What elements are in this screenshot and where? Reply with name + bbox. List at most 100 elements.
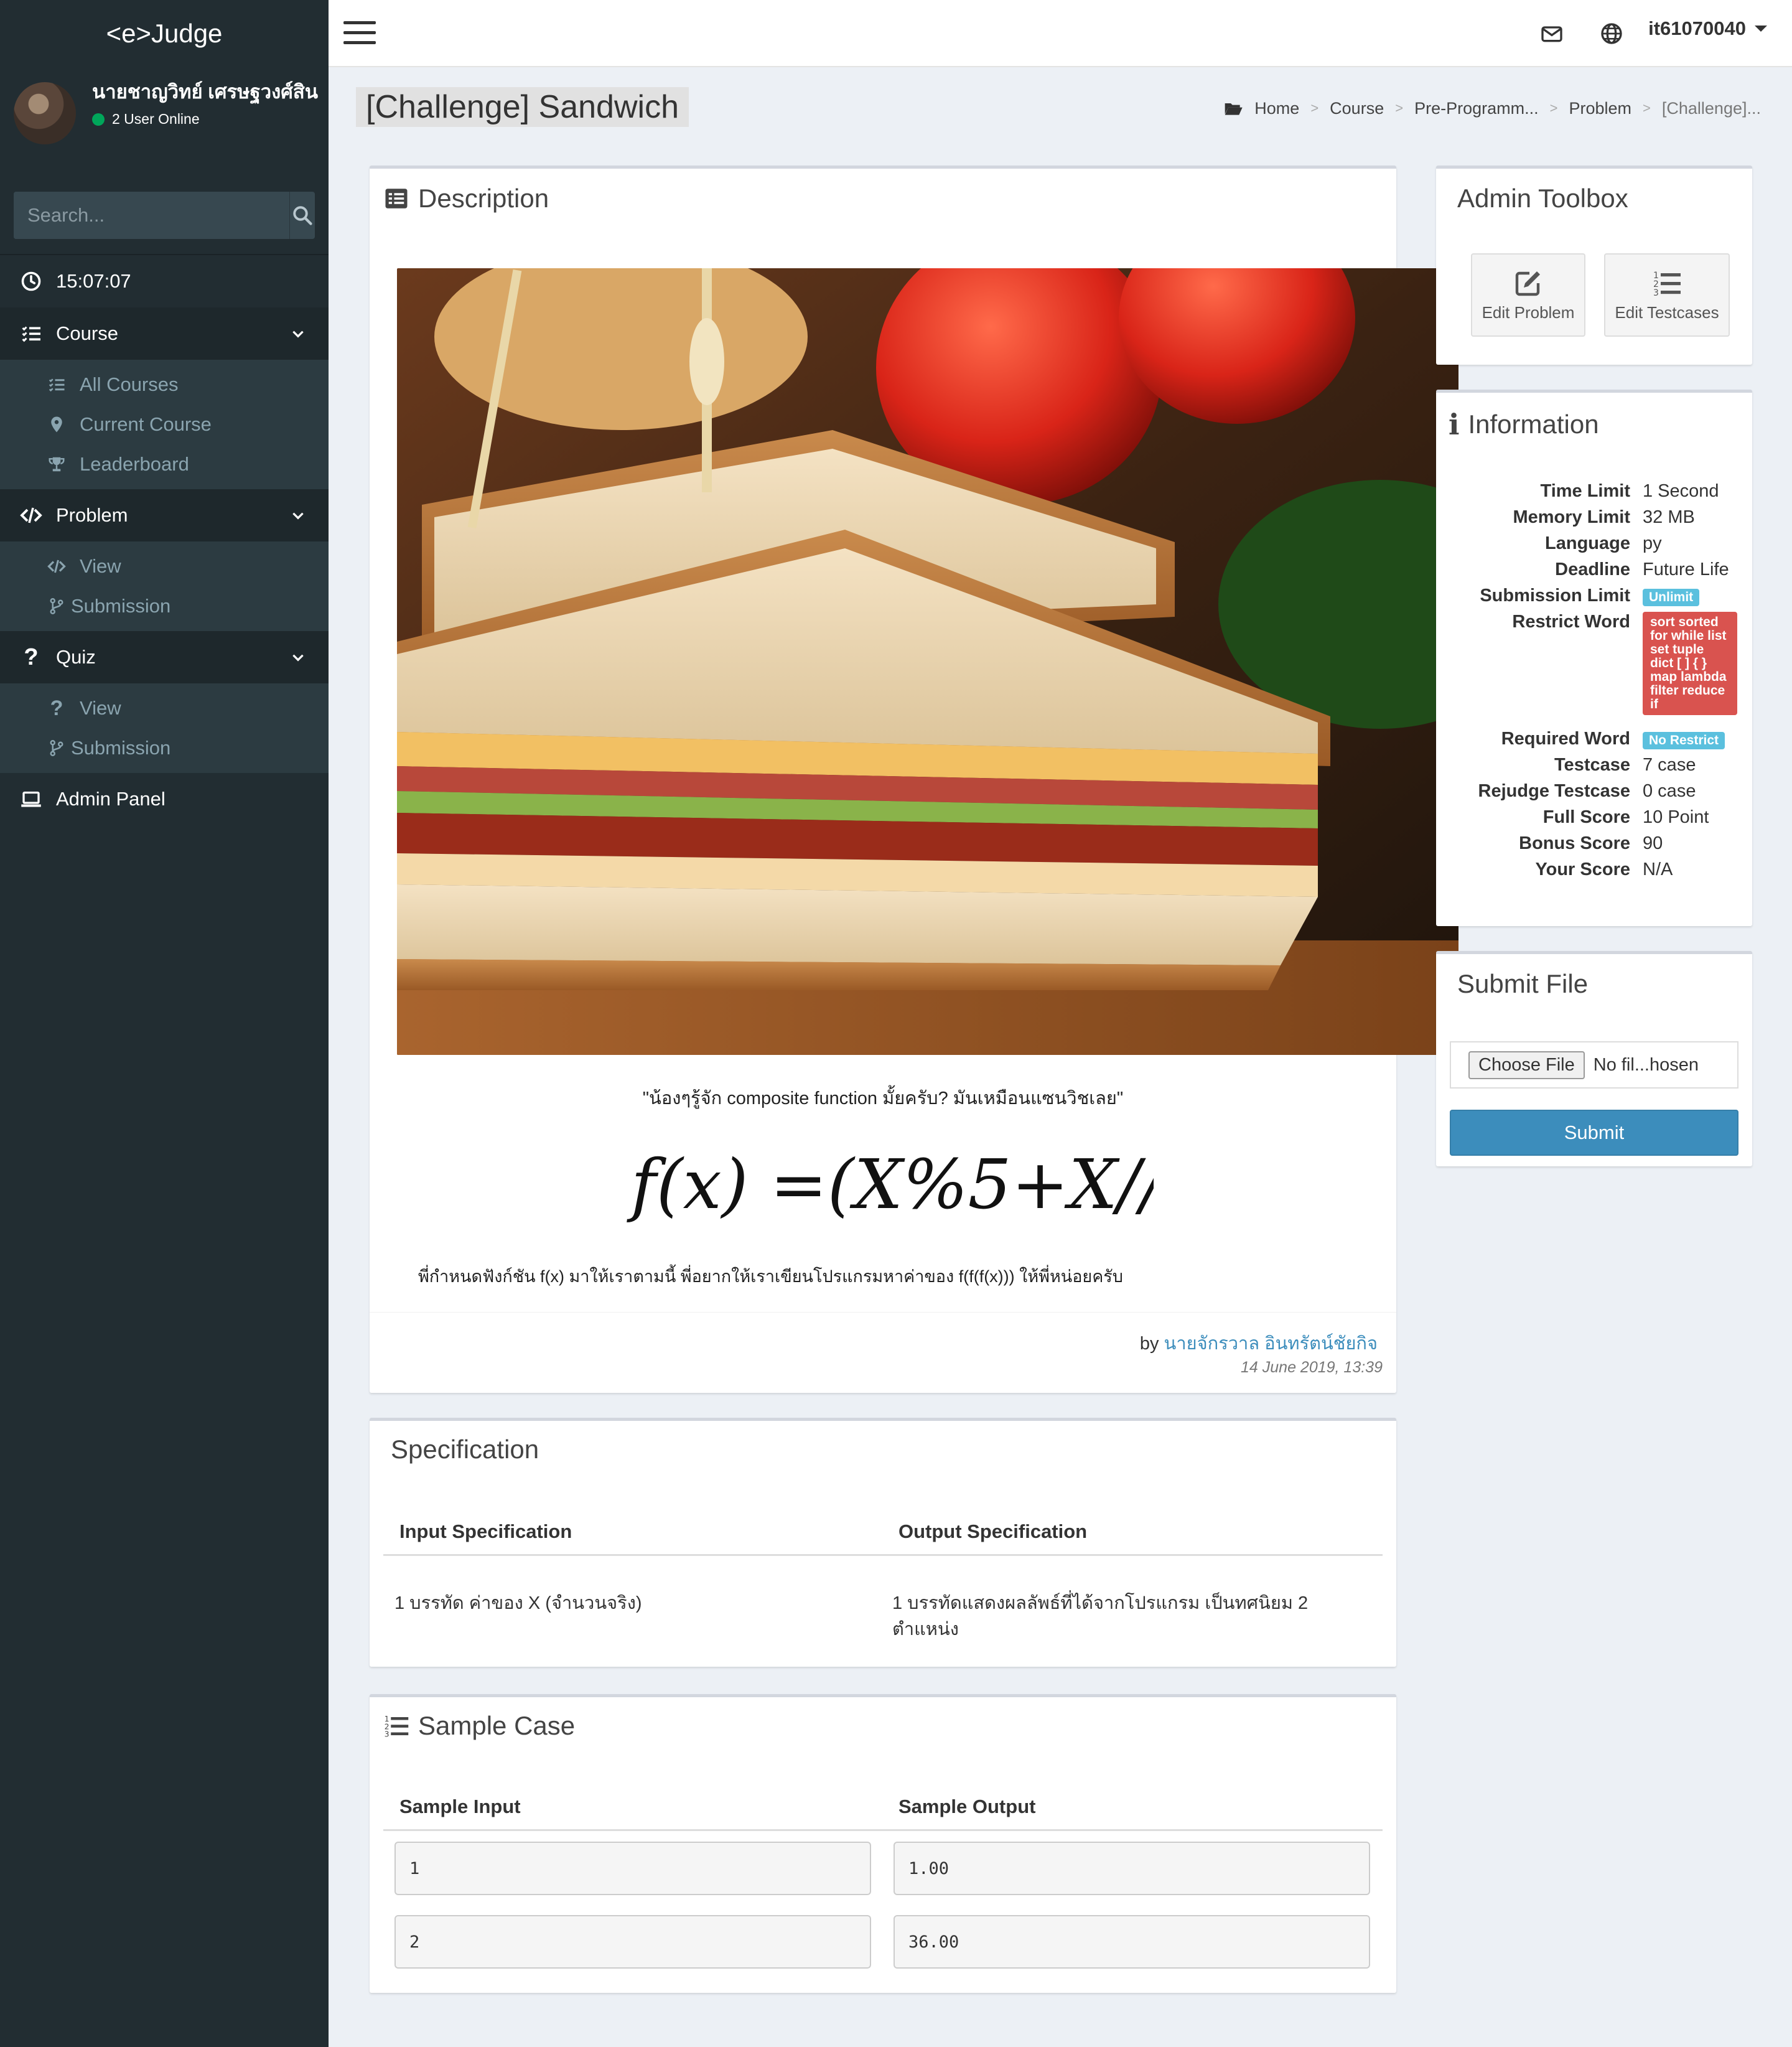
sidebar-item-label: View [80,697,121,719]
info-key: Submission Limit [1480,586,1630,606]
breadcrumb-pre-programming[interactable]: Pre-Programm... [1414,99,1539,118]
sidebar-item-quiz-view[interactable]: ? View [0,688,329,728]
info-key: Deadline [1555,560,1630,579]
sample-case-box: 123 Sample Case Sample Input Sample Outp… [370,1694,1396,1993]
submit-button[interactable]: Submit [1450,1110,1738,1156]
laptop-icon [20,788,42,810]
sidebar-item-label: Admin Panel [56,788,166,810]
specification-box: Specification Input Specification Output… [370,1418,1396,1667]
user-panel: นายชาญวิทย์ เศรษฐวงศ์สิน 2 User Online [0,67,329,161]
edit-testcases-button[interactable]: 123 Edit Testcases [1604,253,1730,337]
problem-submenu: View Submission [0,541,329,631]
list-alt-icon [383,185,409,212]
description-quote: "น้องๆรู้จัก composite function มั้ยครับ… [642,1089,1124,1108]
sidebar-item-admin-panel[interactable]: Admin Panel [0,773,329,825]
code-fork-icon [47,739,66,757]
description-header: Description [383,184,549,213]
post-date: 14 June 2019, 13:39 [1241,1359,1383,1376]
info-value: N/A [1643,860,1673,879]
code-icon [20,504,42,527]
author-link[interactable]: นายจักรวาล อินทรัตน์ชัยกิจ [1164,1334,1378,1354]
file-name: No fil...hosen [1593,1054,1699,1075]
code-fork-icon [47,597,66,616]
search-button[interactable] [289,192,315,239]
info-value: 90 [1643,833,1663,853]
svg-text:3: 3 [1653,288,1659,298]
info-key: Restrict Word [1512,612,1630,632]
sample-input-2[interactable]: 2 [394,1915,871,1969]
sidebar-item-label: All Courses [80,373,179,395]
info-row-full-score: Full Score 10 Point [1436,807,1752,833]
sidebar-item-leaderboard[interactable]: Leaderboard [0,444,329,484]
sidebar-item-quiz[interactable]: ? Quiz [0,631,329,683]
top-navbar: it61070040 [329,0,1792,67]
sidebar-item-label: Submission [71,737,171,759]
edit-problem-label: Edit Problem [1482,302,1575,322]
description-footer: by นายจักรวาล อินทรัตน์ชัยกิจ 14 June 20… [370,1312,1396,1393]
breadcrumb-separator: > [1549,100,1558,116]
search-icon [291,204,314,227]
sidebar-item-current-course[interactable]: Current Course [0,405,329,444]
information-title: Information [1468,410,1599,439]
tasks-icon [20,322,42,345]
map-marker-icon [47,415,66,434]
description-text: พี่กำหนดฟังก์ชัน f(x) มาให้เราตามนี้ พี่… [418,1267,1123,1286]
menu-toggle-icon[interactable] [343,21,376,45]
sample-output-header: Sample Output [898,1796,1036,1817]
question-icon: ? [50,696,63,720]
info-value: 32 MB [1643,507,1695,527]
by-prefix: by [1139,1334,1159,1354]
username: it61070040 [1648,17,1746,39]
sample-header-divider [383,1829,1383,1831]
information-box: i Information Time Limit 1 Second Memory… [1436,390,1752,926]
online-count: 2 User Online [112,111,200,127]
breadcrumb-problem[interactable]: Problem [1569,99,1631,118]
breadcrumb-separator: > [1643,100,1651,116]
sidebar-item-problem-view[interactable]: View [0,546,329,586]
sidebar-item-label: Quiz [56,646,96,668]
sidebar: <e>Judge นายชาญวิทย์ เศรษฐวงศ์สิน 2 User… [0,0,329,2047]
user-menu[interactable]: it61070040 [1648,17,1767,40]
sidebar-item-problem-submission[interactable]: Submission [0,586,329,626]
info-key: Memory Limit [1513,507,1630,527]
brand-logo[interactable]: <e>Judge [0,0,329,67]
sample-output-2[interactable]: 36.00 [894,1915,1370,1969]
formula-text: f(x) =(X%5+X//4)² [627,1145,1154,1224]
description-title: Description [418,184,549,213]
info-row-required-word: Required Word No Restrict [1436,729,1752,755]
author-line: by นายจักรวาล อินทรัตน์ชัยกิจ [1140,1329,1378,1357]
search-input[interactable] [14,192,289,239]
file-input[interactable]: Choose File No fil...hosen [1450,1041,1738,1089]
quiz-submenu: ? View Submission [0,683,329,773]
sidebar-item-label: Leaderboard [80,453,189,475]
info-key: Your Score [1535,860,1630,879]
breadcrumb-course[interactable]: Course [1330,99,1384,118]
sidebar-item-problem[interactable]: Problem [0,489,329,541]
info-row-time-limit: Time Limit 1 Second [1436,481,1752,507]
input-spec-value: 1 บรรทัด ค่าของ X (จำนวนจริง) [394,1593,642,1613]
info-row-testcase: Testcase 7 case [1436,755,1752,781]
sidebar-search [14,192,315,239]
edit-problem-button[interactable]: Edit Problem [1471,253,1585,337]
admin-toolbox-box: Admin Toolbox Edit Problem 123 Edit Test… [1436,166,1752,365]
sample-input-1[interactable]: 1 [394,1842,871,1895]
choose-file-button[interactable]: Choose File [1468,1051,1585,1079]
sidebar-item-quiz-submission[interactable]: Submission [0,728,329,768]
online-status: 2 User Online [92,111,329,128]
sample-case-header: 123 Sample Case [383,1711,575,1741]
sidebar-item-course[interactable]: Course [0,307,329,360]
sidebar-item-all-courses[interactable]: All Courses [0,365,329,405]
user-name: นายชาญวิทย์ เศรษฐวงศ์สิน [92,81,319,103]
information-header: i Information [1449,408,1599,441]
tasks-icon [47,375,66,394]
breadcrumb-home[interactable]: Home [1254,99,1299,118]
info-row-restrict-word: Restrict Word sort sorted for while list… [1436,612,1752,730]
info-row-rejudge-testcase: Rejudge Testcase 0 case [1436,781,1752,807]
restrict-word-badge: sort sorted for while list set tuple dic… [1643,612,1737,715]
info-row-memory-limit: Memory Limit 32 MB [1436,507,1752,533]
envelope-icon[interactable] [1539,21,1564,46]
sample-output-1[interactable]: 1.00 [894,1842,1370,1895]
globe-icon[interactable] [1599,21,1624,46]
info-key: Rejudge Testcase [1478,781,1630,801]
sidebar-item-label: Current Course [80,413,212,435]
